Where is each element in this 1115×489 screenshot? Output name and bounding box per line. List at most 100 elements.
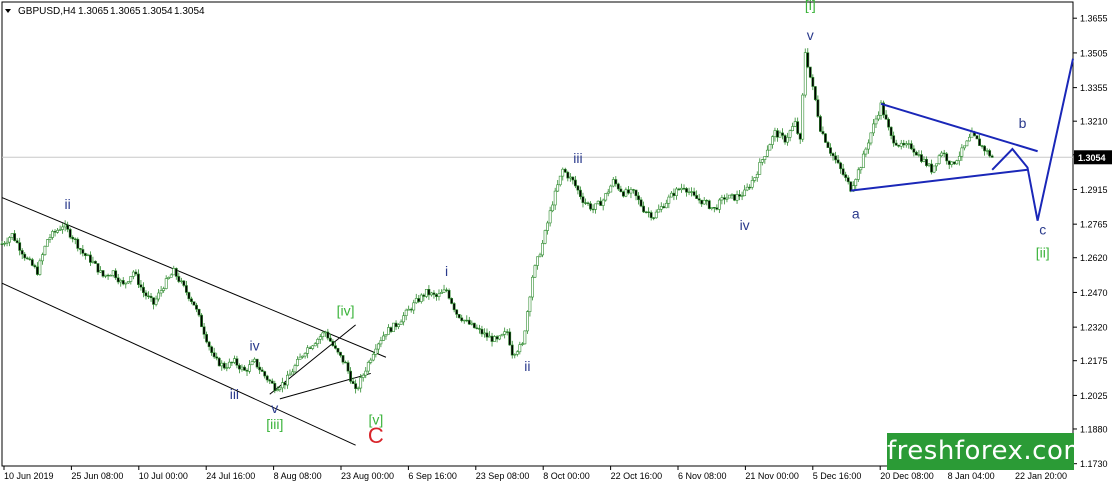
candle-body — [816, 99, 820, 117]
candle-body — [25, 257, 29, 260]
candle-body — [841, 168, 845, 175]
price-chart: iiiviiiv[iii][iv][v]Ciiiiiiivv[i]abc[ii]… — [0, 0, 1115, 489]
candle-body — [397, 324, 400, 328]
candle-body — [253, 358, 256, 362]
candle-body — [912, 148, 916, 153]
candle-body — [364, 370, 368, 376]
candle-body — [485, 332, 489, 338]
candle-body — [644, 211, 648, 213]
candle-body — [589, 203, 592, 210]
candle-body — [510, 344, 514, 356]
candle-body — [210, 346, 214, 353]
candle-body — [558, 175, 562, 186]
candle-body — [346, 362, 350, 372]
candle-body — [935, 163, 938, 167]
candle-body — [604, 193, 608, 201]
y-tick-label: 1.2470 — [1080, 288, 1108, 298]
candle-body — [773, 130, 777, 138]
candle-body — [129, 276, 133, 282]
candle-body — [702, 200, 706, 205]
candle-body — [748, 186, 752, 189]
candle-body — [184, 285, 188, 293]
candle-body — [637, 195, 640, 201]
candle-body — [316, 339, 320, 345]
candle-body — [270, 380, 274, 384]
candle-body — [23, 253, 27, 259]
candle-body — [783, 135, 787, 143]
candle-body — [212, 352, 216, 358]
candle-body — [925, 158, 928, 166]
candle-body — [872, 123, 875, 134]
candle-body — [690, 191, 693, 193]
candle-body — [866, 142, 870, 150]
candle-body — [109, 274, 113, 277]
candle-body — [18, 242, 22, 251]
candle-body — [288, 373, 292, 376]
candle-body — [265, 375, 269, 381]
candle-body — [508, 331, 512, 346]
candle-body — [927, 163, 931, 166]
candle-body — [907, 143, 911, 145]
candle-body — [86, 254, 90, 257]
candle-body — [275, 389, 279, 392]
candle-body — [41, 254, 44, 262]
candle-body — [336, 348, 340, 353]
candle-body — [677, 188, 681, 191]
candle-body — [889, 126, 893, 136]
candle-body — [584, 202, 587, 204]
header-close: 1.3054 — [174, 6, 205, 17]
x-tick-label: 6 Nov 08:00 — [678, 471, 727, 481]
candle-body — [445, 289, 448, 291]
candle-body — [119, 280, 123, 283]
candle-body — [298, 356, 302, 360]
candle-body — [968, 136, 971, 142]
candle-body — [427, 289, 431, 296]
candle-body — [28, 258, 32, 260]
candle-body — [99, 270, 102, 273]
candle-body — [568, 176, 572, 179]
wave-label: [iii] — [266, 416, 283, 432]
candle-body — [596, 200, 600, 205]
candle-body — [856, 169, 860, 180]
candle-body — [440, 291, 443, 294]
candle-body — [470, 322, 474, 325]
candle-body — [8, 237, 11, 243]
candle-body — [538, 254, 542, 258]
candle-body — [518, 344, 522, 353]
candle-body — [147, 295, 150, 298]
y-tick-label: 1.2915 — [1080, 185, 1108, 195]
candle-body — [715, 207, 719, 210]
candle-body — [917, 154, 921, 156]
candle-body — [450, 298, 454, 304]
candle-body — [632, 189, 635, 191]
candle-body — [167, 277, 171, 279]
candle-body — [71, 237, 75, 240]
candle-body — [116, 277, 120, 283]
candle-body — [869, 132, 873, 144]
candle-body — [121, 280, 125, 285]
candle-body — [104, 274, 107, 277]
candle-body — [781, 132, 784, 136]
candle-body — [13, 233, 17, 241]
wave-label: [ii] — [1036, 245, 1050, 261]
candle-body — [824, 133, 827, 143]
candle-body — [139, 284, 143, 288]
x-tick-label: 25 Jun 08:00 — [71, 471, 123, 481]
candle-body — [222, 362, 226, 369]
candle-body — [81, 249, 85, 254]
candle-body — [864, 148, 868, 155]
header-symbol: GBPUSD,H4 — [18, 6, 76, 17]
candle-body — [308, 347, 312, 349]
candle-body — [525, 311, 529, 332]
y-tick-label: 1.2765 — [1080, 220, 1108, 230]
candle-body — [291, 371, 294, 375]
candle-body — [573, 179, 577, 187]
candle-body — [455, 309, 459, 315]
candle-body — [682, 187, 686, 190]
candle-body — [627, 189, 630, 194]
candle-body — [940, 152, 944, 157]
candle-body — [990, 155, 994, 158]
candle-body — [892, 135, 896, 144]
candle-body — [955, 160, 959, 165]
candle-body — [182, 280, 186, 286]
